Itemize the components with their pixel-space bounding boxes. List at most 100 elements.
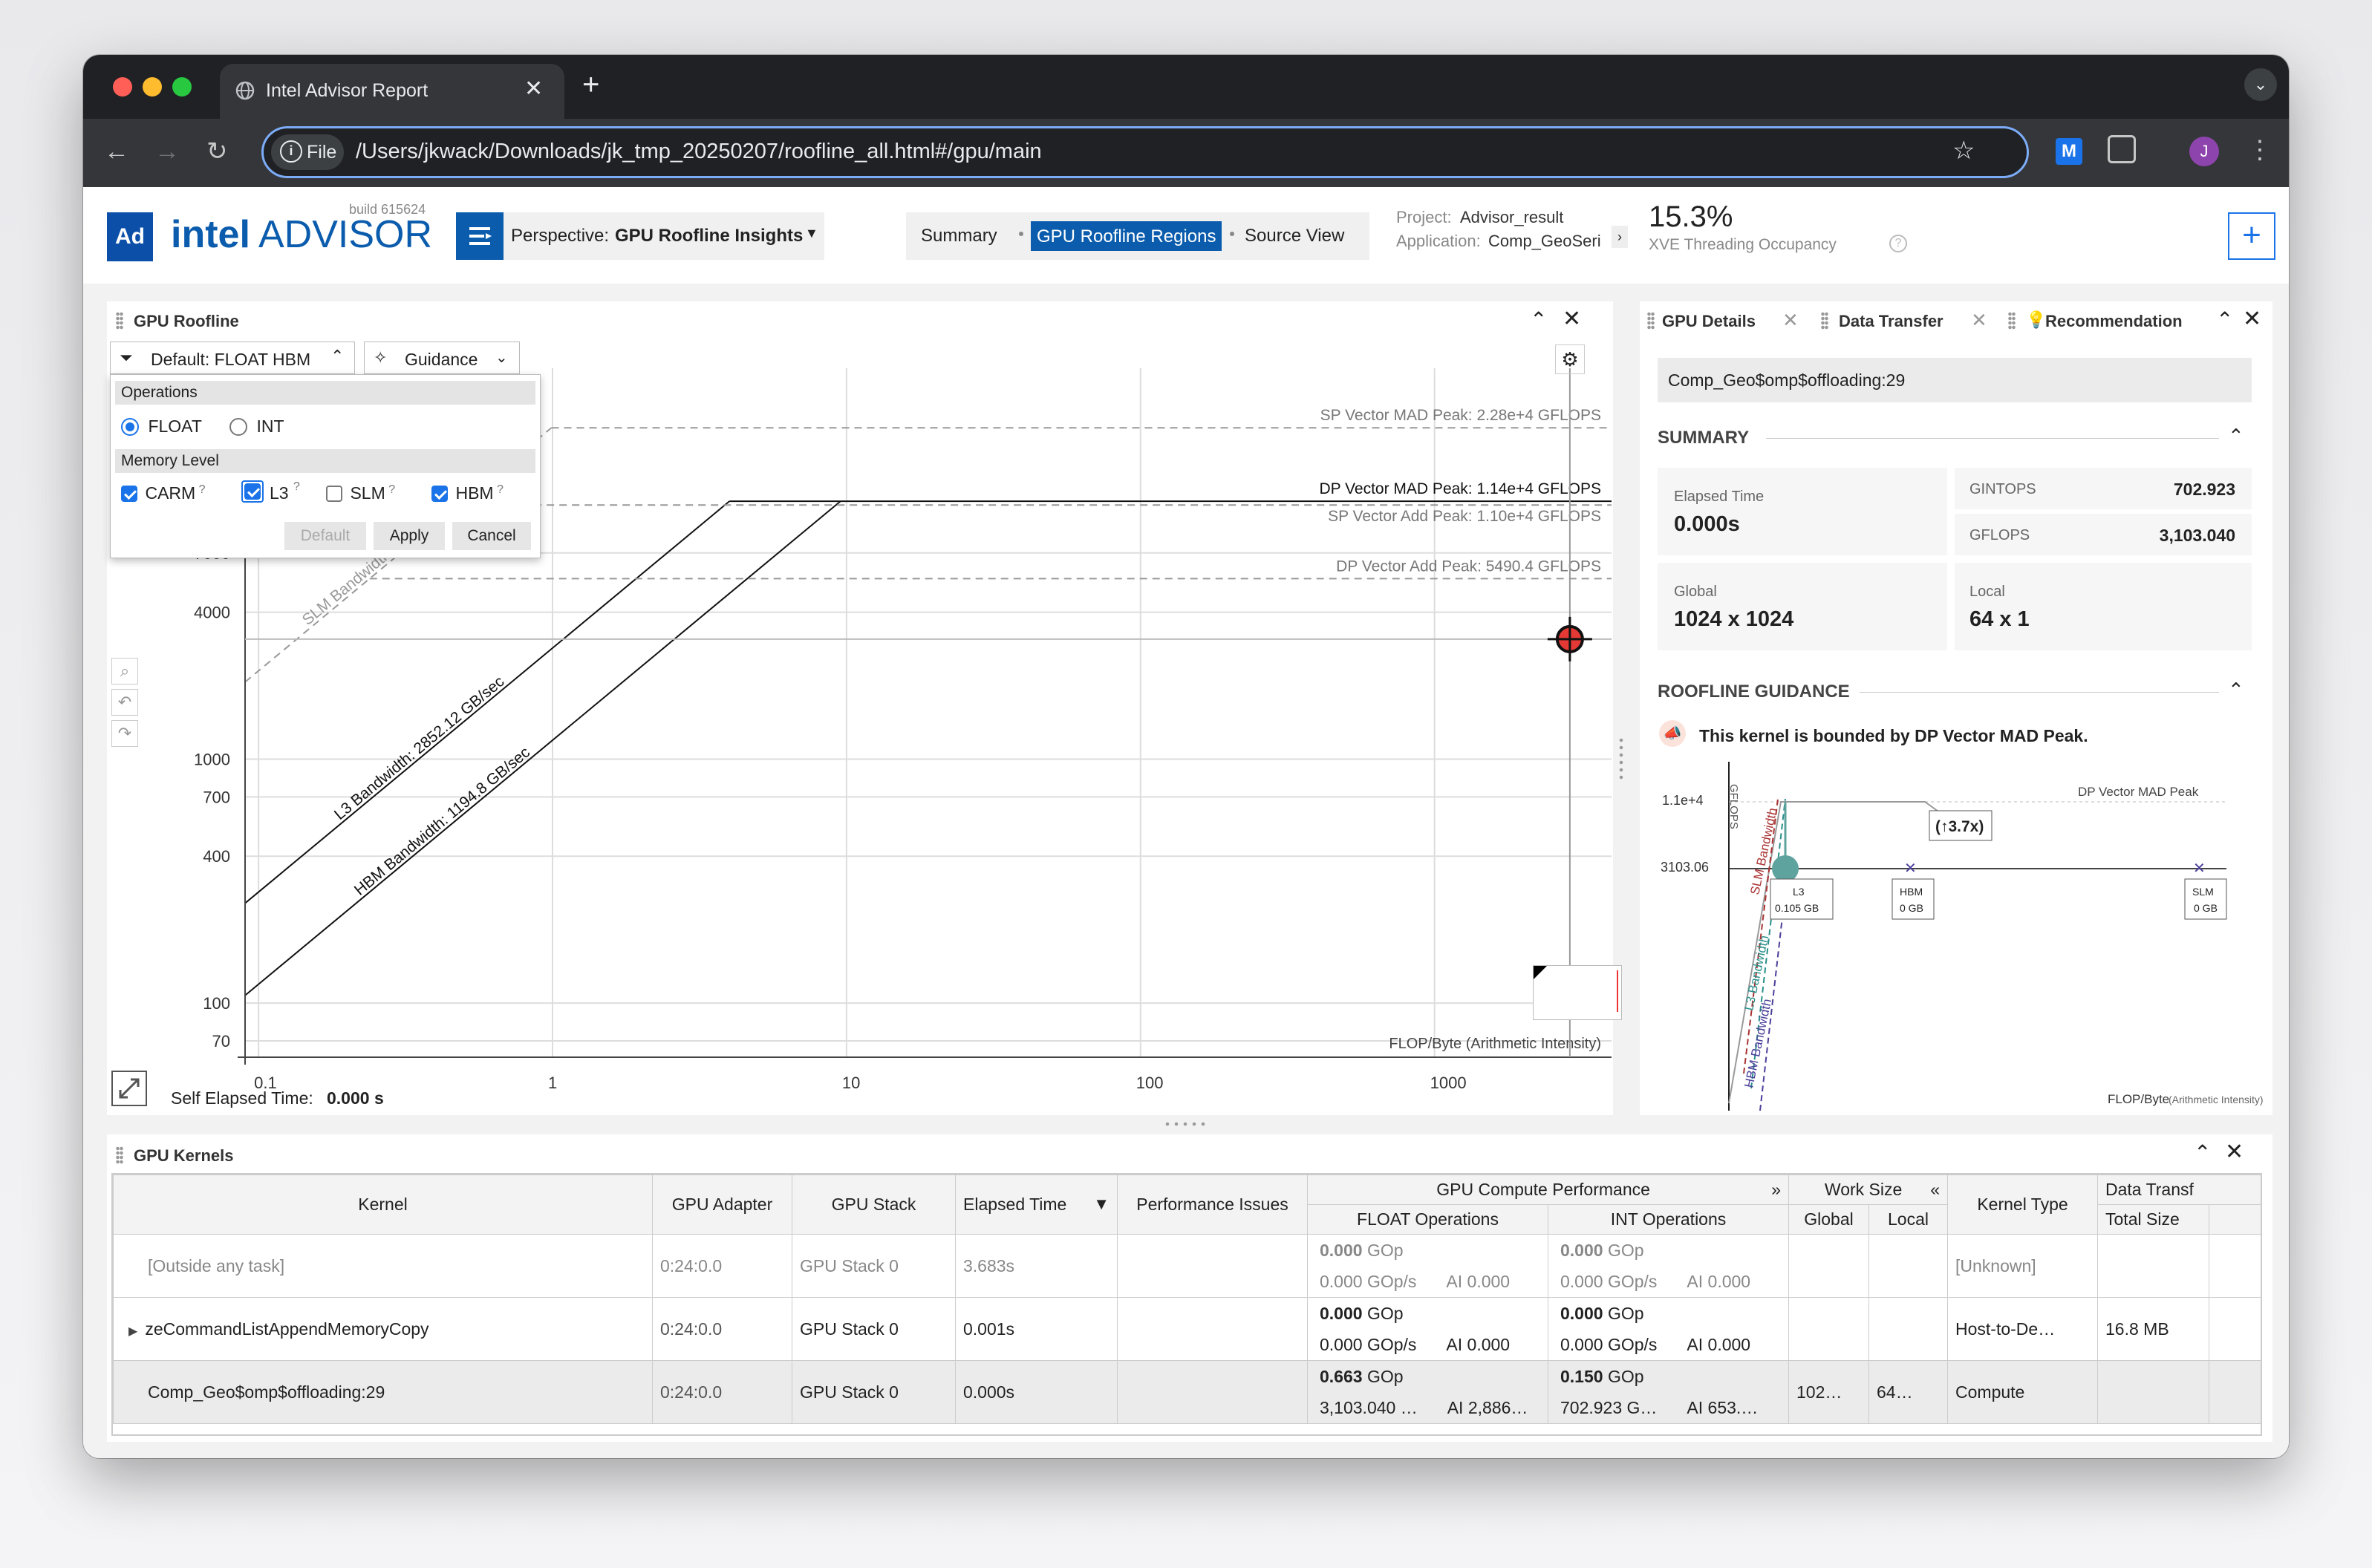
extension-m-icon[interactable]: M bbox=[2056, 138, 2082, 165]
checkbox-slm[interactable] bbox=[326, 485, 342, 502]
checkbox-hbm[interactable] bbox=[431, 485, 448, 502]
op-int-radio[interactable]: INT bbox=[229, 416, 284, 437]
vertical-splitter[interactable] bbox=[1619, 736, 1623, 781]
collapse-summary-icon[interactable]: ⌃ bbox=[2228, 425, 2244, 448]
add-panel-button[interactable]: + bbox=[2228, 212, 2275, 260]
redo-icon[interactable]: ↷ bbox=[111, 720, 138, 747]
logo-intel: intel bbox=[171, 213, 250, 256]
guidance-dropdown[interactable]: ✧ Guidance ⌄ bbox=[364, 342, 520, 374]
int-ai: AI 0.000 bbox=[1687, 1335, 1751, 1354]
close-tab-icon[interactable]: ✕ bbox=[1971, 309, 1987, 332]
drag-handle-icon[interactable] bbox=[1647, 312, 1655, 330]
cell-int: 0.150 GOp 702.923 G… AI 653.… bbox=[1547, 1360, 1790, 1424]
mini-box-l3-name: L3 bbox=[1793, 886, 1805, 898]
close-panel-icon[interactable]: ✕ bbox=[2243, 306, 2261, 332]
col-gpu-adapter[interactable]: GPU Adapter bbox=[652, 1175, 792, 1235]
expand-row-icon[interactable]: ▶ bbox=[128, 1325, 137, 1338]
help-icon[interactable]: ? bbox=[1889, 235, 1907, 252]
level-l3-checkbox[interactable] bbox=[241, 480, 264, 503]
zoom-window-button[interactable] bbox=[172, 77, 192, 97]
level-slm-label: SLM bbox=[350, 483, 385, 503]
float-gop: 0.663 bbox=[1320, 1367, 1363, 1386]
col-int-ops[interactable]: INT Operations bbox=[1547, 1204, 1790, 1235]
collapse-icon[interactable]: ⌃ bbox=[2216, 307, 2233, 332]
help-icon[interactable]: ? bbox=[497, 483, 504, 496]
collapse-guidance-icon[interactable]: ⌃ bbox=[2228, 679, 2244, 702]
chart-minimap[interactable] bbox=[1533, 965, 1622, 1020]
chart-settings-gear-icon[interactable]: ⚙ bbox=[1555, 344, 1585, 374]
filter-dropdown[interactable]: ⏷ Default: FLOAT HBM ⌃ bbox=[110, 342, 355, 374]
group-compute-perf[interactable]: GPU Compute Performance » bbox=[1306, 1175, 1790, 1205]
extensions-puzzle-icon[interactable] bbox=[2108, 135, 2136, 163]
bookmark-star-icon[interactable]: ☆ bbox=[1952, 136, 1975, 166]
drag-handle-icon[interactable] bbox=[2008, 312, 2016, 330]
help-icon[interactable]: ? bbox=[199, 483, 206, 496]
help-icon[interactable]: ? bbox=[388, 483, 395, 496]
table-row[interactable]: [Outside any task] 0:24:0.0 GPU Stack 0 … bbox=[113, 1234, 2261, 1298]
filter-icon: ⏷ bbox=[120, 348, 133, 367]
tab-search-icon[interactable]: ⌄ bbox=[2244, 68, 2277, 101]
profile-avatar[interactable]: J bbox=[2189, 137, 2219, 166]
apply-button[interactable]: Apply bbox=[374, 522, 445, 550]
perspective-selector[interactable]: Perspective: GPU Roofline Insights ▼ bbox=[456, 212, 824, 260]
cell-total bbox=[2097, 1360, 2210, 1424]
undo-icon[interactable]: ↶ bbox=[111, 689, 138, 716]
minimize-window-button[interactable] bbox=[143, 77, 162, 97]
group-data-transfer[interactable]: Data Transf bbox=[2097, 1175, 2261, 1205]
help-icon[interactable]: ? bbox=[293, 480, 300, 494]
col-global[interactable]: Global bbox=[1788, 1204, 1870, 1235]
expand-project-icon[interactable]: › bbox=[1612, 226, 1628, 248]
back-icon[interactable]: ← bbox=[104, 135, 129, 168]
close-window-button[interactable] bbox=[113, 77, 132, 97]
drag-handle-icon[interactable] bbox=[1821, 312, 1828, 330]
table-row[interactable]: ▶ zeCommandListAppendMemoryCopy 0:24:0.0 … bbox=[113, 1297, 2261, 1361]
col-kernel-type[interactable]: Kernel Type bbox=[1947, 1175, 2099, 1235]
col-float-ops[interactable]: FLOAT Operations bbox=[1307, 1204, 1548, 1235]
close-panel-icon[interactable]: ✕ bbox=[2225, 1139, 2244, 1165]
expand-group-icon[interactable]: » bbox=[1771, 1180, 1781, 1200]
level-slm-checkbox[interactable]: SLM ? bbox=[326, 483, 395, 503]
nav-source-view[interactable]: Source View bbox=[1245, 226, 1344, 246]
col-gpu-stack[interactable]: GPU Stack bbox=[792, 1175, 956, 1235]
collapse-icon[interactable]: ⌃ bbox=[2194, 1140, 2211, 1165]
radio-float[interactable] bbox=[121, 417, 139, 436]
address-bar[interactable]: i File /Users/jkwack/Downloads/jk_tmp_20… bbox=[261, 126, 2029, 178]
default-button[interactable]: Default bbox=[284, 522, 366, 550]
collapse-group-icon[interactable]: « bbox=[1930, 1180, 1940, 1200]
browser-tab[interactable]: Intel Advisor Report ✕ bbox=[220, 64, 564, 119]
close-tab-icon[interactable]: ✕ bbox=[1782, 309, 1799, 332]
op-float-radio[interactable]: FLOAT bbox=[121, 416, 202, 437]
tab-data-transfer[interactable]: Data Transfer bbox=[1839, 312, 1943, 331]
url-text[interactable]: /Users/jkwack/Downloads/jk_tmp_20250207/… bbox=[356, 140, 1042, 164]
level-carm-checkbox[interactable]: CARM ? bbox=[121, 483, 206, 503]
group-work-size[interactable]: Work Size « bbox=[1788, 1175, 1949, 1205]
mini-hbm-x: ✕ bbox=[1904, 860, 1917, 877]
expand-chart-icon[interactable] bbox=[111, 1071, 147, 1106]
zoom-icon[interactable]: ⌕ bbox=[111, 658, 138, 685]
browser-menu-icon[interactable]: ⋮ bbox=[2247, 134, 2272, 166]
nav-gpu-roofline-regions[interactable]: GPU Roofline Regions bbox=[1031, 221, 1222, 251]
tab-recommendation[interactable]: Recommendation bbox=[2045, 312, 2183, 331]
col-elapsed-time[interactable]: Elapsed Time ▼ bbox=[955, 1175, 1118, 1235]
radio-int[interactable] bbox=[229, 417, 247, 436]
tab-gpu-details[interactable]: GPU Details bbox=[1662, 312, 1756, 331]
checkbox-carm[interactable] bbox=[121, 485, 137, 502]
cancel-button[interactable]: Cancel bbox=[452, 522, 531, 550]
checkbox-l3[interactable] bbox=[244, 483, 261, 500]
site-info-chip[interactable]: i File bbox=[271, 134, 344, 170]
gflops-label: GFLOPS bbox=[1969, 527, 2030, 543]
nav-summary[interactable]: Summary bbox=[921, 226, 997, 246]
drag-handle-icon[interactable] bbox=[116, 1146, 123, 1164]
horizontal-splitter[interactable] bbox=[1163, 1121, 1208, 1127]
new-tab-button[interactable]: + bbox=[582, 68, 599, 102]
browser-tab-bar: Intel Advisor Report ✕ + ⌄ bbox=[83, 55, 2289, 119]
col-total-size[interactable]: Total Size bbox=[2097, 1204, 2210, 1235]
level-hbm-checkbox[interactable]: HBM ? bbox=[431, 483, 504, 503]
reload-icon[interactable]: ↻ bbox=[206, 135, 228, 168]
col-kernel[interactable]: Kernel bbox=[113, 1175, 653, 1235]
col-performance-issues[interactable]: Performance Issues bbox=[1117, 1175, 1308, 1235]
forward-icon[interactable]: → bbox=[154, 135, 180, 168]
tab-close-icon[interactable]: ✕ bbox=[524, 76, 543, 102]
col-local[interactable]: Local bbox=[1868, 1204, 1949, 1235]
table-row[interactable]: Comp_Geo$omp$offloading:29 0:24:0.0 GPU … bbox=[113, 1360, 2261, 1424]
